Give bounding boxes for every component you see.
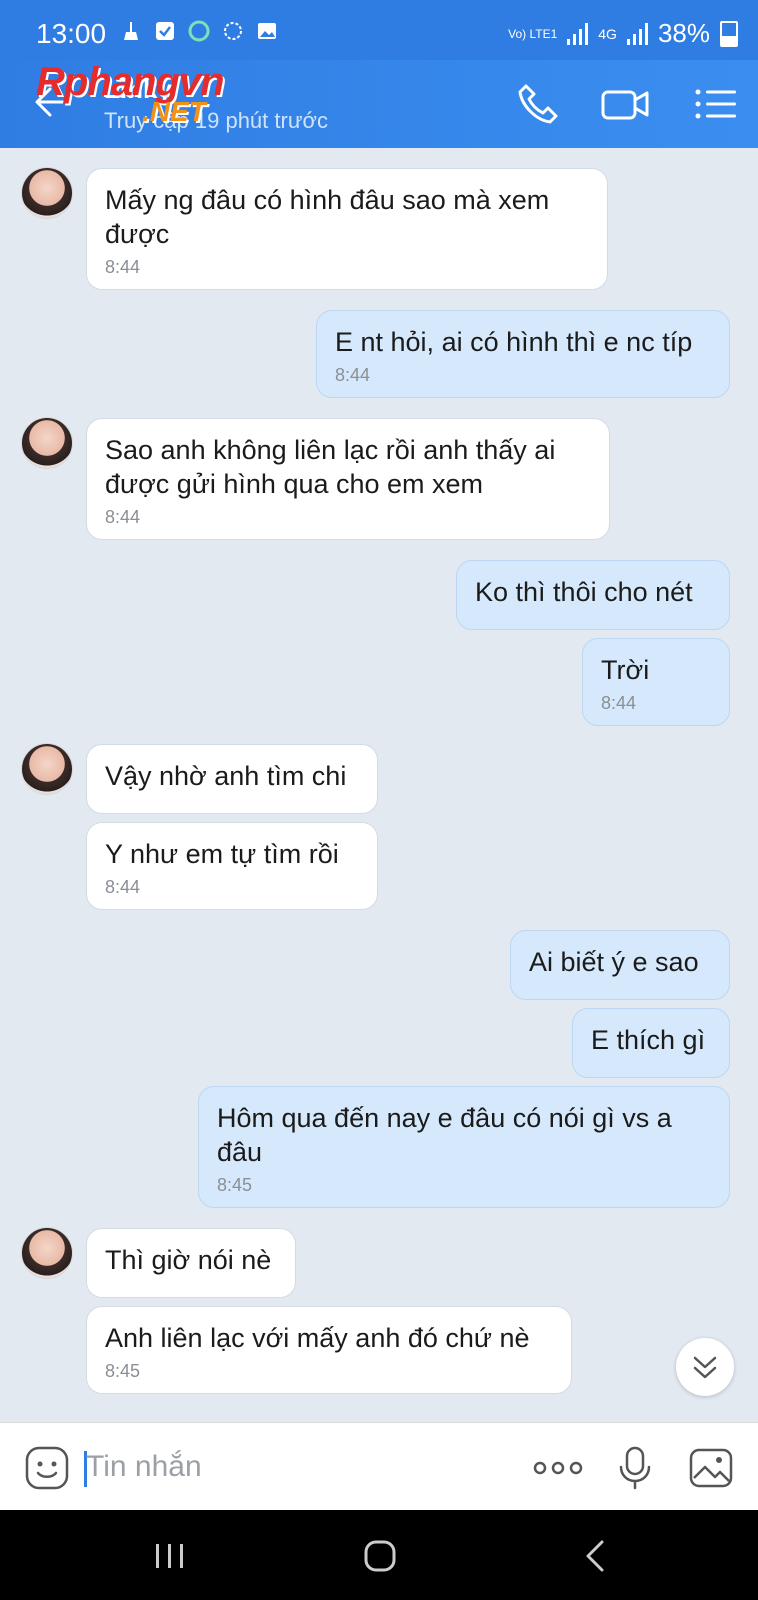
- home-button[interactable]: [360, 1536, 400, 1576]
- chat-header: Linky Truy cập 19 phút trước Rphangvn .N…: [0, 60, 758, 148]
- contact-avatar[interactable]: [22, 418, 72, 468]
- message-bubble-outgoing[interactable]: Ko thì thôi cho nét: [456, 560, 730, 630]
- message-bubble-incoming[interactable]: Thì giờ nói nè: [86, 1228, 296, 1298]
- chevron-left-icon: [586, 1540, 604, 1572]
- status-time: 13:00: [36, 18, 107, 49]
- message-text: Vậy nhờ anh tìm chi: [105, 761, 347, 791]
- app-icon: [188, 20, 210, 42]
- message-text: Sao anh không liên lạc rồi anh thấy ai đ…: [105, 435, 556, 499]
- message-bubble-outgoing[interactable]: E nt hỏi, ai có hình thì e nc típ 8:44: [316, 310, 730, 398]
- message-text: Mấy ng đâu có hình đâu sao mà xem được: [105, 185, 550, 249]
- message-time: 8:44: [105, 507, 141, 527]
- message-bubble-outgoing[interactable]: E thích gì: [572, 1008, 730, 1078]
- message-time: 8:44: [335, 365, 371, 385]
- status-right: Vo) LTE1 4G 38%: [508, 18, 738, 49]
- more-options-button[interactable]: [532, 1445, 584, 1491]
- message-time: 8:44: [105, 257, 141, 277]
- message-list[interactable]: Mấy ng đâu có hình đâu sao mà xem được 8…: [0, 148, 758, 1422]
- message-text: Thì giờ nói nè: [105, 1245, 272, 1275]
- message-text: Trời: [601, 655, 650, 685]
- contact-avatar[interactable]: [22, 168, 72, 218]
- voice-record-button[interactable]: [612, 1445, 658, 1491]
- message-bubble-outgoing[interactable]: Ai biết ý e sao: [510, 930, 730, 1000]
- signal-icon-2: [626, 22, 648, 45]
- system-navigation-bar: [0, 1510, 758, 1600]
- contact-avatar[interactable]: [22, 744, 72, 794]
- notification-icons: [120, 20, 278, 42]
- image-icon: [256, 20, 278, 42]
- video-camera-icon: [601, 90, 649, 120]
- microphone-icon: [619, 1446, 651, 1490]
- message-time: 8:44: [105, 877, 141, 897]
- status-bar: 13:00 Vo) LTE1 4G 38%: [0, 0, 758, 60]
- message-composer: [0, 1422, 758, 1511]
- message-text: Ai biết ý e sao: [529, 947, 699, 977]
- phone-icon: [518, 84, 558, 124]
- more-dots-icon: [533, 1461, 583, 1475]
- sticker-smile-icon: [25, 1446, 69, 1490]
- battery-icon: [720, 20, 738, 47]
- message-text: E thích gì: [591, 1025, 706, 1055]
- message-bubble-outgoing[interactable]: Trời 8:44: [582, 638, 730, 726]
- message-text: Anh liên lạc với mấy anh đó chứ nè: [105, 1323, 530, 1353]
- message-text: Hôm qua đến nay e đâu có nói gì vs a đâu: [217, 1103, 672, 1167]
- broom-icon: [120, 20, 142, 42]
- message-text: Y như em tự tìm rồi: [105, 839, 339, 869]
- gallery-button[interactable]: [688, 1445, 734, 1491]
- message-text: Ko thì thôi cho nét: [475, 577, 693, 607]
- message-time: 8:45: [217, 1175, 253, 1195]
- network-4g-label: 4G: [598, 25, 617, 42]
- message-bubble-incoming[interactable]: Mấy ng đâu có hình đâu sao mà xem được 8…: [86, 168, 608, 290]
- double-chevron-down-icon: [693, 1356, 717, 1379]
- emoji-button[interactable]: [24, 1445, 70, 1491]
- message-bubble-incoming[interactable]: Anh liên lạc với mấy anh đó chứ nè 8:45: [86, 1306, 572, 1394]
- checkbox-icon: [154, 20, 176, 42]
- home-icon: [364, 1540, 396, 1572]
- network-label: Vo) LTE1: [508, 26, 558, 41]
- message-time: 8:45: [105, 1361, 141, 1381]
- sync-icon: [222, 20, 244, 42]
- scroll-to-bottom-button[interactable]: [676, 1338, 734, 1396]
- message-time: 8:44: [601, 693, 637, 713]
- message-input[interactable]: [84, 1443, 508, 1491]
- video-call-button[interactable]: [600, 80, 649, 128]
- menu-button[interactable]: [692, 80, 740, 128]
- contact-avatar[interactable]: [22, 1228, 72, 1278]
- back-nav-button[interactable]: [576, 1536, 616, 1576]
- message-bubble-incoming[interactable]: Y như em tự tìm rồi 8:44: [86, 822, 378, 910]
- recent-apps-icon: [156, 1544, 183, 1568]
- message-text: E nt hỏi, ai có hình thì e nc típ: [335, 327, 693, 357]
- watermark-logo-sub: .NET: [142, 96, 206, 127]
- battery-percent: 38%: [657, 18, 710, 48]
- recent-apps-button[interactable]: [150, 1536, 190, 1576]
- last-seen-status: Truy cập 19 phút trước: [104, 108, 328, 133]
- message-bubble-incoming[interactable]: Vậy nhờ anh tìm chi: [86, 744, 378, 814]
- message-bubble-outgoing[interactable]: Hôm qua đến nay e đâu có nói gì vs a đâu…: [198, 1086, 730, 1208]
- signal-icon: [567, 22, 589, 45]
- message-bubble-incoming[interactable]: Sao anh không liên lạc rồi anh thấy ai đ…: [86, 418, 610, 540]
- voice-call-button[interactable]: [514, 80, 562, 128]
- list-menu-icon: [695, 89, 736, 119]
- image-icon: [689, 1448, 733, 1488]
